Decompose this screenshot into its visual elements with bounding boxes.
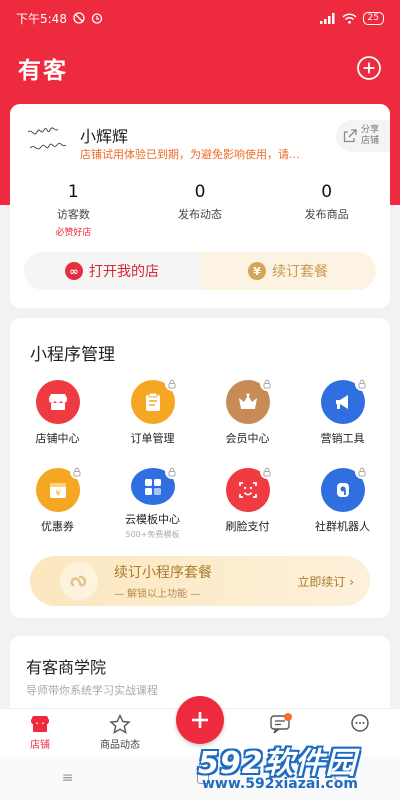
- grid-item-group-robot[interactable]: 社群机器人: [295, 465, 390, 540]
- status-time: 下午5:48: [16, 11, 67, 26]
- app-bar: 有客: [0, 46, 400, 90]
- stat-sub-label: 必赞好店: [55, 228, 92, 238]
- renew-now-link[interactable]: 立即续订 ›: [297, 573, 354, 590]
- signature-avatar-icon: [27, 127, 67, 150]
- template-icon: [144, 478, 161, 495]
- grid-item-label: 社群机器人: [315, 520, 370, 533]
- lock-icon: [354, 465, 369, 479]
- share-store-label: 分享店铺: [361, 125, 380, 146]
- grid-item-label: 刷脸支付: [225, 520, 270, 533]
- tab-store[interactable]: 店铺: [0, 709, 80, 756]
- share-icon: [343, 129, 357, 143]
- robot-icon: [336, 483, 349, 497]
- megaphone-icon: [335, 395, 348, 409]
- signal-icon: [319, 12, 335, 24]
- wifi-icon: [342, 12, 357, 24]
- crown-icon: [238, 393, 257, 409]
- battery-indicator: 25: [362, 11, 384, 25]
- svg-text:¥: ¥: [55, 489, 60, 498]
- grid-item-face-pay[interactable]: 刷脸支付: [200, 465, 295, 540]
- mini-program-grid: 店铺中心 订单管理 会员中心 营销工具 ¥ 优惠券 云模板中心 500+免费模板…: [10, 377, 390, 540]
- promo-subtitle: — 解锁以上功能 —: [114, 589, 201, 600]
- star-icon: [109, 714, 131, 734]
- grid-item-label: 营销工具: [320, 432, 365, 445]
- grid-item-member-center[interactable]: 会员中心: [200, 377, 295, 452]
- app-logo: 有客: [18, 58, 68, 84]
- vpn-key-icon: [73, 12, 85, 24]
- grid-item-sub-label: 500+免费模板: [125, 530, 180, 539]
- store-action-row: ∞ 打开我的店 ¥ 续订套餐: [24, 252, 376, 290]
- lock-icon: [259, 377, 274, 391]
- mini-program-card: 小程序管理 店铺中心 订单管理 会员中心 营销工具 ¥ 优惠券 云模板中心 50…: [10, 318, 390, 618]
- stat-products[interactable]: 0 发布商品: [263, 182, 390, 238]
- tab-label: 店铺: [30, 740, 50, 751]
- open-store-button[interactable]: ∞ 打开我的店: [24, 252, 200, 290]
- renew-package-button[interactable]: ¥ 续订套餐: [200, 252, 376, 290]
- unread-dot: [284, 713, 292, 721]
- grid-item-order-management[interactable]: 订单管理: [105, 377, 200, 452]
- store-card: 小辉辉 店铺试用体验已到期，为避免影响使用，请... 分享店铺 1 访客数 必赞…: [10, 104, 390, 308]
- plus-icon: [192, 712, 208, 728]
- site-watermark: 592软件园 www.592xiazai.com: [198, 738, 396, 796]
- open-store-label: 打开我的店: [89, 264, 159, 280]
- section-title: 小程序管理: [30, 345, 115, 365]
- stat-value: 0: [194, 182, 206, 202]
- status-bar: 下午5:48 25: [0, 0, 400, 36]
- add-fab-button[interactable]: [176, 696, 224, 744]
- lock-icon: [164, 465, 179, 479]
- grid-item-marketing-tools[interactable]: 营销工具: [295, 377, 390, 452]
- shop-tab-icon: [31, 716, 49, 732]
- grid-item-label: 店铺中心: [35, 432, 80, 445]
- store-name: 小辉辉: [80, 127, 129, 146]
- stat-value: 0: [321, 182, 333, 202]
- store-link-icon: ∞: [65, 262, 83, 280]
- renew-mini-program-banner[interactable]: 续订小程序套餐 — 解锁以上功能 — 立即续订 ›: [30, 556, 370, 606]
- menu-nav-icon[interactable]: ≡: [62, 770, 74, 786]
- stat-posts[interactable]: 0 发布动态: [137, 182, 264, 238]
- stat-label: 发布动态: [178, 208, 222, 221]
- clipboard-icon: [145, 392, 160, 411]
- renew-now-label: 立即续订: [297, 574, 346, 589]
- store-notice[interactable]: 店铺试用体验已到期，为避免影响使用，请...: [80, 146, 330, 162]
- grid-item-label: 云模板中心: [125, 513, 180, 526]
- grid-item-label: 订单管理: [130, 432, 175, 445]
- renew-package-label: 续订套餐: [272, 264, 328, 280]
- grid-item-label: 会员中心: [225, 432, 270, 445]
- alarm-icon: [91, 13, 103, 24]
- lock-icon: [69, 465, 84, 479]
- promo-title: 续订小程序套餐: [114, 565, 212, 581]
- stat-value: 1: [67, 182, 79, 202]
- stat-visitors[interactable]: 1 访客数 必赞好店: [10, 182, 137, 238]
- chat-icon: [351, 714, 369, 732]
- grid-item-store-center[interactable]: 店铺中心: [10, 380, 105, 452]
- coupon-icon: ¥: [49, 483, 66, 498]
- share-store-button[interactable]: 分享店铺: [336, 120, 390, 152]
- stat-label: 访客数: [56, 208, 90, 221]
- face-icon: [238, 482, 257, 498]
- tab-product-feed[interactable]: 商品动态: [80, 709, 160, 756]
- store-stats: 1 访客数 必赞好店 0 发布动态 0 发布商品: [10, 182, 390, 238]
- stat-label: 发布商品: [304, 208, 349, 221]
- yen-icon: ¥: [248, 262, 266, 280]
- promo-logo-icon: [60, 562, 98, 600]
- school-subtitle: 导师带你系统学习实战课程: [26, 684, 158, 697]
- store-icon: [48, 394, 67, 410]
- tab-label: 商品动态: [100, 740, 140, 751]
- store-avatar[interactable]: [24, 118, 72, 166]
- chevron-right-icon: ›: [349, 574, 354, 589]
- school-title: 有客商学院: [26, 658, 107, 677]
- grid-item-cloud-template[interactable]: 云模板中心 500+免费模板: [105, 465, 200, 540]
- grid-item-label: 优惠券: [41, 520, 74, 533]
- lock-icon: [259, 465, 274, 479]
- lock-icon: [164, 377, 179, 391]
- add-circle-icon[interactable]: [356, 55, 382, 81]
- grid-item-coupon[interactable]: ¥ 优惠券: [10, 465, 105, 540]
- lock-icon: [354, 377, 369, 391]
- watermark-url: www.592xiazai.com: [202, 776, 358, 792]
